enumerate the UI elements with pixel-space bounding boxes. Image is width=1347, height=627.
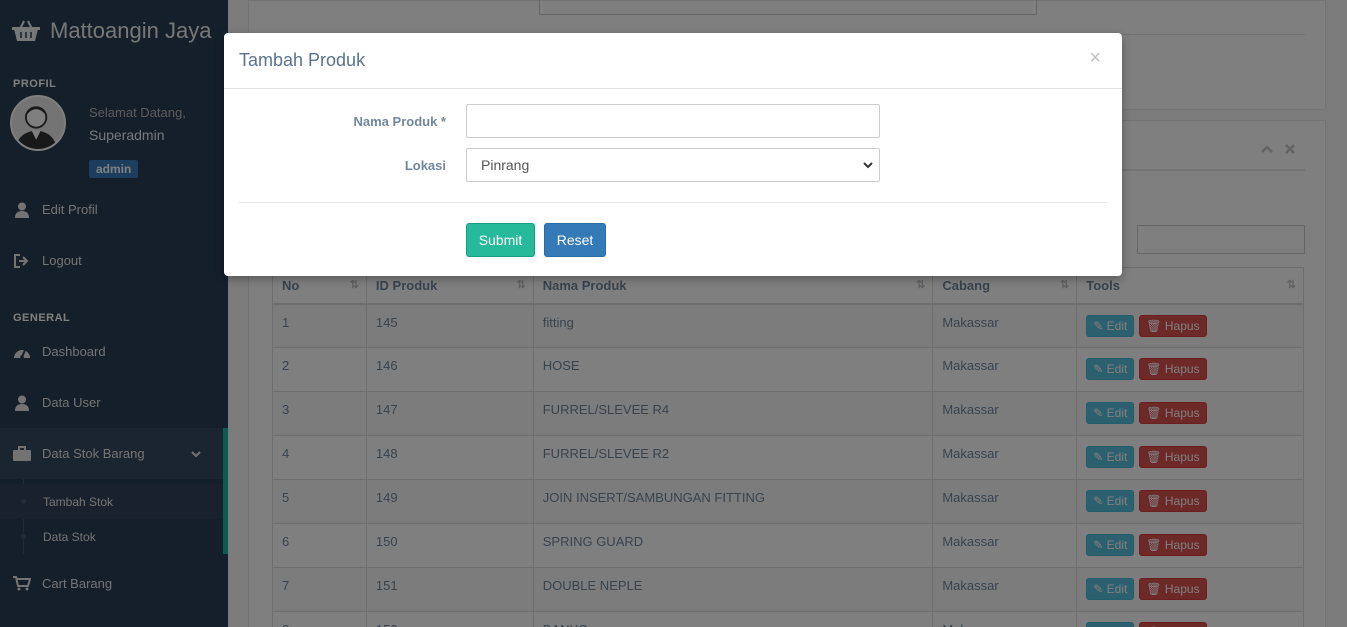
submit-button[interactable]: Submit bbox=[466, 223, 535, 257]
lokasi-label: Lokasi bbox=[404, 158, 446, 173]
reset-button[interactable]: Reset bbox=[544, 223, 606, 257]
close-icon[interactable]: × bbox=[1089, 47, 1101, 70]
modal-title: Tambah Produk bbox=[239, 50, 366, 70]
modal-divider bbox=[239, 202, 1107, 203]
lokasi-selected-value: Pinrang bbox=[481, 157, 530, 173]
lokasi-select[interactable]: Pinrang bbox=[466, 148, 880, 182]
tambah-produk-modal: Tambah Produk × Nama Produk * Lokasi Pin… bbox=[224, 33, 1122, 276]
modal-header: Tambah Produk × bbox=[224, 33, 1122, 89]
nama-produk-input[interactable] bbox=[466, 104, 880, 138]
nama-produk-label: Nama Produk * bbox=[353, 114, 446, 129]
chevron-down-icon bbox=[863, 158, 873, 175]
